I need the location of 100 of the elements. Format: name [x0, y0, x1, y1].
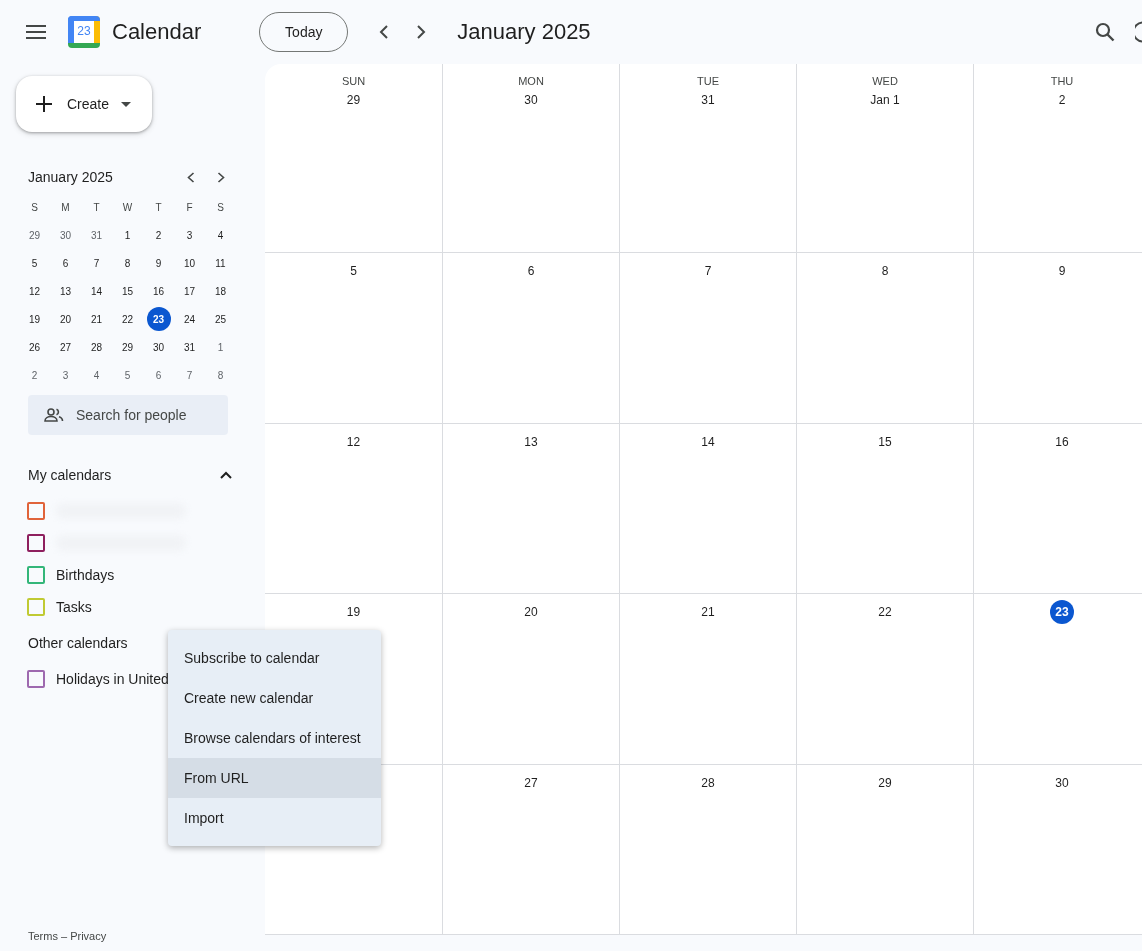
calendar-checkbox[interactable]: [27, 566, 45, 584]
date-label[interactable]: 9: [1050, 259, 1074, 284]
date-label[interactable]: 19: [341, 600, 366, 625]
search-people-field[interactable]: Search for people: [28, 395, 228, 435]
date-label[interactable]: 13: [519, 429, 543, 454]
mini-calendar-day[interactable]: 8: [115, 251, 140, 275]
mini-calendar-day[interactable]: 29: [22, 223, 47, 247]
mini-calendar-day[interactable]: 10: [177, 251, 202, 275]
date-label[interactable]: 6: [519, 259, 543, 284]
date-label[interactable]: 2: [1050, 88, 1074, 112]
plus-icon: [35, 95, 53, 113]
weekday-label: W: [121, 200, 134, 215]
mini-calendar-day[interactable]: 20: [53, 307, 78, 331]
weekday-label: T: [154, 200, 163, 215]
date-label[interactable]: 29: [341, 88, 366, 112]
date-label[interactable]: Jan 1: [868, 88, 902, 112]
mini-calendar-day[interactable]: 7: [177, 363, 202, 387]
calendar-name: Holidays in United: [56, 671, 169, 687]
weekday-label: MON: [518, 74, 544, 88]
search-icon[interactable]: [1095, 22, 1115, 42]
mini-calendar-day[interactable]: 24: [177, 307, 202, 331]
section-title: My calendars: [28, 467, 112, 483]
date-label[interactable]: 23: [1050, 600, 1074, 625]
date-label[interactable]: 30: [519, 88, 543, 112]
mini-calendar-day[interactable]: 9: [146, 251, 171, 275]
date-label[interactable]: 29: [873, 770, 897, 795]
mini-calendar-day[interactable]: 7: [84, 251, 109, 275]
chevron-right-icon[interactable]: [416, 25, 427, 39]
menu-icon[interactable]: [26, 25, 46, 39]
date-label[interactable]: 8: [873, 259, 897, 284]
mini-calendar-day[interactable]: 12: [22, 279, 47, 303]
mini-calendar-day[interactable]: 1: [208, 335, 233, 359]
date-label[interactable]: 22: [873, 600, 897, 625]
mini-calendar-day[interactable]: 8: [208, 363, 233, 387]
date-label[interactable]: 15: [873, 429, 897, 454]
mini-calendar-day[interactable]: 27: [53, 335, 78, 359]
date-label[interactable]: 14: [696, 429, 720, 454]
date-label[interactable]: 21: [696, 600, 720, 625]
mini-calendar-day[interactable]: 21: [84, 307, 109, 331]
mini-calendar-day[interactable]: 30: [146, 335, 171, 359]
footer-links[interactable]: Terms – Privacy: [28, 930, 265, 942]
mini-calendar-day[interactable]: 5: [115, 363, 140, 387]
app-name: Calendar: [112, 19, 202, 45]
mini-calendar-day[interactable]: 3: [53, 363, 78, 387]
weekday-label: S: [30, 200, 39, 215]
date-label[interactable]: 7: [696, 259, 720, 284]
calendar-logo: 23: [68, 16, 100, 48]
chevron-left-icon[interactable]: [187, 171, 195, 183]
mini-calendar-day[interactable]: 19: [22, 307, 47, 331]
mini-calendar-day[interactable]: 28: [84, 335, 109, 359]
date-label[interactable]: 28: [696, 770, 720, 795]
mini-calendar-day[interactable]: 31: [84, 223, 109, 247]
menu-item[interactable]: Subscribe to calendar: [168, 638, 381, 678]
create-button[interactable]: Create: [16, 76, 152, 132]
mini-calendar-day[interactable]: 2: [22, 363, 47, 387]
mini-calendar-day[interactable]: 11: [208, 251, 233, 275]
weekday-label: THU: [1050, 74, 1074, 88]
section-title: Other calendars: [28, 635, 128, 651]
date-label[interactable]: 12: [341, 429, 366, 454]
mini-calendar-day[interactable]: 31: [177, 335, 202, 359]
mini-calendar-day[interactable]: 5: [22, 251, 47, 275]
mini-calendar-day[interactable]: 4: [208, 223, 233, 247]
chevron-up-icon[interactable]: [220, 471, 232, 479]
weekday-label: SUN: [341, 74, 366, 88]
mini-calendar-day[interactable]: 18: [208, 279, 233, 303]
mini-calendar-day[interactable]: 13: [53, 279, 78, 303]
mini-calendar-day[interactable]: 22: [115, 307, 140, 331]
date-label[interactable]: 16: [1050, 429, 1074, 454]
menu-item[interactable]: Create new calendar: [168, 678, 381, 718]
mini-calendar-day[interactable]: 1: [115, 223, 140, 247]
date-label[interactable]: 31: [696, 88, 720, 112]
mini-calendar-day[interactable]: 23: [146, 307, 171, 331]
mini-calendar-day[interactable]: 26: [22, 335, 47, 359]
weekday-label: F: [185, 200, 194, 215]
mini-calendar-day[interactable]: 29: [115, 335, 140, 359]
menu-item[interactable]: Import: [168, 798, 381, 838]
mini-calendar-day[interactable]: 16: [146, 279, 171, 303]
chevron-left-icon[interactable]: [379, 25, 390, 39]
date-label[interactable]: 5: [341, 259, 366, 284]
date-label[interactable]: 20: [519, 600, 543, 625]
mini-calendar-day[interactable]: 4: [84, 363, 109, 387]
mini-calendar-day[interactable]: 6: [53, 251, 78, 275]
menu-item[interactable]: Browse calendars of interest: [168, 718, 381, 758]
mini-calendar-day[interactable]: 14: [84, 279, 109, 303]
mini-calendar-day[interactable]: 25: [208, 307, 233, 331]
calendar-checkbox[interactable]: [27, 502, 45, 520]
mini-calendar-day[interactable]: 6: [146, 363, 171, 387]
calendar-checkbox[interactable]: [27, 534, 45, 552]
weekday-label: T: [92, 200, 101, 215]
date-label[interactable]: 30: [1050, 770, 1074, 795]
mini-calendar-day[interactable]: 15: [115, 279, 140, 303]
mini-calendar-day[interactable]: 17: [177, 279, 202, 303]
calendar-checkbox[interactable]: [27, 670, 45, 688]
calendar-checkbox[interactable]: [27, 598, 45, 616]
menu-item[interactable]: From URL: [168, 758, 381, 798]
mini-calendar-day[interactable]: 30: [53, 223, 78, 247]
mini-calendar-day[interactable]: 3: [177, 223, 202, 247]
mini-calendar-day[interactable]: 2: [146, 223, 171, 247]
chevron-right-icon[interactable]: [217, 171, 225, 183]
date-label[interactable]: 27: [519, 770, 543, 795]
